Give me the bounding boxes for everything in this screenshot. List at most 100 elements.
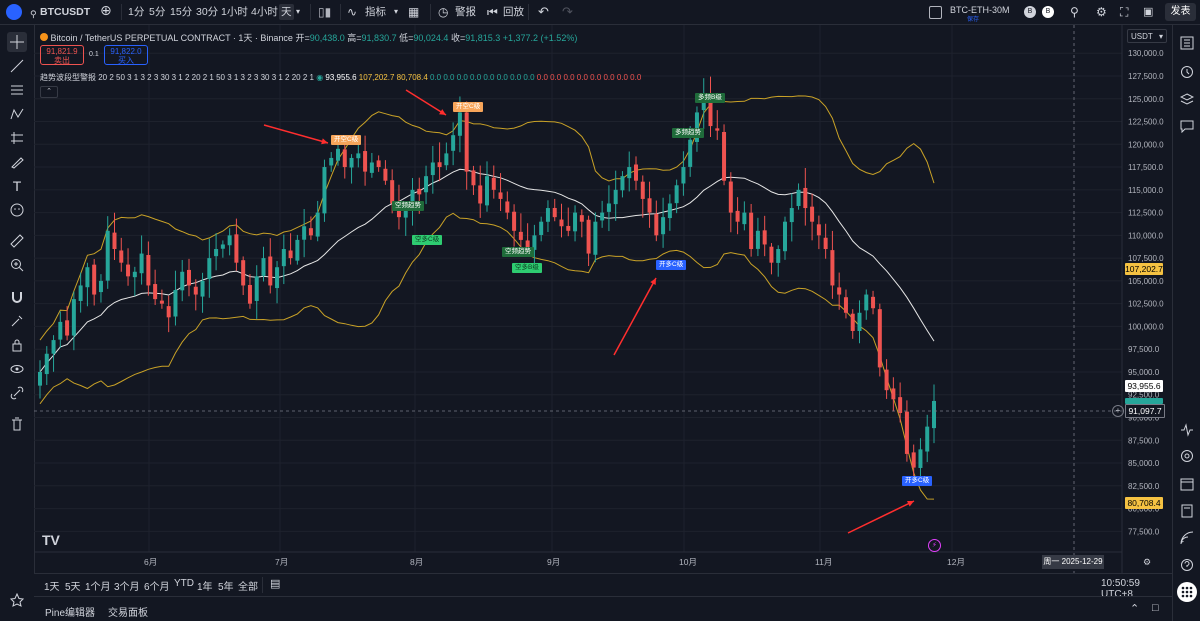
settings-gear-icon[interactable]: ⚙ bbox=[1096, 4, 1107, 20]
camera-icon[interactable]: ▣ bbox=[1143, 4, 1153, 20]
crosshair-icon[interactable] bbox=[7, 32, 27, 52]
replay-icon[interactable]: ⏮ bbox=[487, 4, 498, 20]
target-icon[interactable] bbox=[1177, 446, 1197, 466]
candle-body bbox=[864, 294, 869, 311]
maximize-panel-icon[interactable]: □ bbox=[1152, 602, 1159, 614]
candle-body bbox=[322, 167, 327, 214]
watch-symbol[interactable]: BTC-ETH-30M bbox=[950, 2, 1010, 18]
watchlist-icon[interactable] bbox=[1177, 33, 1197, 53]
range-1y[interactable]: 1年 bbox=[197, 578, 213, 593]
calculator-icon[interactable] bbox=[1177, 501, 1197, 521]
apps-grid-icon[interactable] bbox=[1177, 582, 1197, 602]
lock-drawing-icon[interactable] bbox=[7, 311, 27, 331]
emoji-icon[interactable] bbox=[7, 200, 27, 220]
tab-pine-editor[interactable]: Pine编辑器 bbox=[45, 604, 95, 619]
brush-icon[interactable] bbox=[7, 152, 27, 172]
forecast-icon[interactable] bbox=[7, 128, 27, 148]
range-1d[interactable]: 1天 bbox=[44, 578, 60, 593]
candle-body bbox=[837, 287, 842, 295]
trend-line-icon[interactable] bbox=[7, 56, 27, 76]
app-logo[interactable] bbox=[6, 4, 22, 20]
candle-body bbox=[302, 226, 307, 240]
alerts-clock-icon[interactable] bbox=[1177, 62, 1197, 82]
lock-icon[interactable] bbox=[7, 335, 27, 355]
sell-button[interactable]: 91,821.9 卖出 bbox=[40, 45, 84, 65]
signal-label: 空多C级 bbox=[412, 235, 443, 245]
legend-title[interactable]: Bitcoin / TetherUS PERPETUAL CONTRACT · … bbox=[51, 33, 293, 43]
time-axis-label: 8月 bbox=[410, 557, 423, 567]
tab-trading-panel[interactable]: 交易面板 bbox=[108, 604, 148, 619]
ruler-icon[interactable] bbox=[7, 231, 27, 251]
calendar-icon[interactable] bbox=[1177, 474, 1197, 494]
search-icon[interactable]: ⚲ bbox=[30, 6, 37, 22]
pulse-icon[interactable] bbox=[1177, 420, 1197, 440]
candle-body bbox=[491, 177, 496, 190]
add-price-alert-icon[interactable]: + bbox=[1112, 405, 1124, 417]
candle-body bbox=[796, 189, 801, 206]
eye-icon[interactable] bbox=[7, 359, 27, 379]
interval-4h[interactable]: 4小时 bbox=[251, 4, 278, 20]
range-5d[interactable]: 5天 bbox=[65, 578, 81, 593]
annotation-arrow bbox=[847, 500, 915, 534]
layers-icon[interactable] bbox=[1177, 89, 1197, 109]
link-icon[interactable] bbox=[7, 383, 27, 403]
symbol-name[interactable]: BTCUSDT bbox=[40, 4, 90, 20]
indicator-eye-icon[interactable]: ◉ bbox=[316, 73, 323, 82]
redo-icon[interactable]: ↷ bbox=[562, 4, 573, 20]
undo-icon[interactable]: ↶ bbox=[538, 4, 549, 20]
checkbox-icon[interactable] bbox=[929, 6, 942, 19]
indicators-icon[interactable]: ∿ bbox=[347, 4, 357, 20]
replay-button[interactable]: 回放 bbox=[503, 4, 524, 20]
b-badge-icon[interactable]: B bbox=[1024, 6, 1036, 18]
add-symbol-icon[interactable]: ⊕ bbox=[100, 2, 112, 18]
text-tool-icon[interactable]: T bbox=[7, 176, 27, 196]
alert-button[interactable]: 警报 bbox=[455, 4, 476, 20]
candle-body bbox=[275, 267, 280, 289]
candle-body bbox=[139, 253, 144, 274]
price-chart[interactable]: 130,000.0 127,500.0 125,000.0 122,500.0 120,… bbox=[34, 25, 1172, 573]
interval-1d[interactable]: 天 bbox=[279, 4, 294, 20]
fib-lines-icon[interactable] bbox=[7, 80, 27, 100]
candle-type-icon[interactable]: ▯▮ bbox=[318, 4, 331, 20]
axis-settings-icon[interactable]: ⚙ bbox=[1143, 557, 1151, 568]
interval-15m[interactable]: 15分 bbox=[170, 4, 192, 20]
interval-30m[interactable]: 30分 bbox=[196, 4, 218, 20]
collapse-panel-icon[interactable]: ⌃ bbox=[1130, 602, 1139, 615]
layout-grid-icon[interactable]: ▦ bbox=[408, 4, 419, 20]
publish-button[interactable]: 发表 bbox=[1165, 3, 1196, 21]
lightning-icon[interactable]: ⚡ bbox=[928, 539, 941, 552]
range-all[interactable]: 全部 bbox=[238, 578, 258, 593]
chat-icon[interactable] bbox=[1177, 116, 1197, 136]
candle-body bbox=[44, 353, 49, 375]
range-ytd[interactable]: YTD bbox=[174, 578, 194, 589]
buy-button[interactable]: 91,822.0 买入 bbox=[104, 45, 148, 65]
interval-1h[interactable]: 1小时 bbox=[221, 4, 248, 20]
zoom-in-icon[interactable] bbox=[7, 255, 27, 275]
interval-dropdown-icon[interactable]: ▾ bbox=[296, 4, 300, 20]
pattern-icon[interactable] bbox=[7, 104, 27, 124]
b-badge-icon-2[interactable]: B bbox=[1042, 6, 1054, 18]
zoom-icon[interactable]: ⚲ bbox=[1070, 4, 1079, 20]
candle-body bbox=[187, 269, 191, 286]
range-3m[interactable]: 3个月 bbox=[114, 578, 140, 593]
range-5y[interactable]: 5年 bbox=[218, 578, 234, 593]
help-icon[interactable] bbox=[1177, 555, 1197, 575]
indicator-legend[interactable]: 趋势波段型警报 20 2 50 3 1 3 2 3 30 3 1 2 20 2 … bbox=[40, 72, 641, 83]
indicators-button[interactable]: 指标 bbox=[365, 4, 386, 20]
star-icon[interactable] bbox=[7, 590, 27, 610]
range-6m[interactable]: 6个月 bbox=[144, 578, 170, 593]
alert-clock-icon[interactable]: ◷ bbox=[438, 4, 448, 20]
interval-1m[interactable]: 1分 bbox=[128, 4, 144, 20]
trash-icon[interactable] bbox=[7, 414, 27, 434]
indicator-name[interactable]: 趋势波段型警报 20 2 50 3 1 3 2 3 30 3 1 2 20 2 … bbox=[40, 73, 314, 82]
fullscreen-icon[interactable]: ⛶ bbox=[1120, 4, 1128, 20]
magnet-icon[interactable] bbox=[7, 287, 27, 307]
goto-date-icon[interactable]: ▤ bbox=[270, 577, 280, 590]
range-1m[interactable]: 1个月 bbox=[85, 578, 111, 593]
interval-5m[interactable]: 5分 bbox=[149, 4, 165, 20]
candle-body bbox=[925, 426, 930, 452]
currency-select[interactable]: USDT ▾ bbox=[1127, 29, 1167, 43]
collapse-legend-icon[interactable]: ⌃ bbox=[40, 86, 58, 98]
indicators-dropdown-icon[interactable]: ▾ bbox=[394, 4, 398, 20]
signal-icon[interactable] bbox=[1177, 528, 1197, 548]
